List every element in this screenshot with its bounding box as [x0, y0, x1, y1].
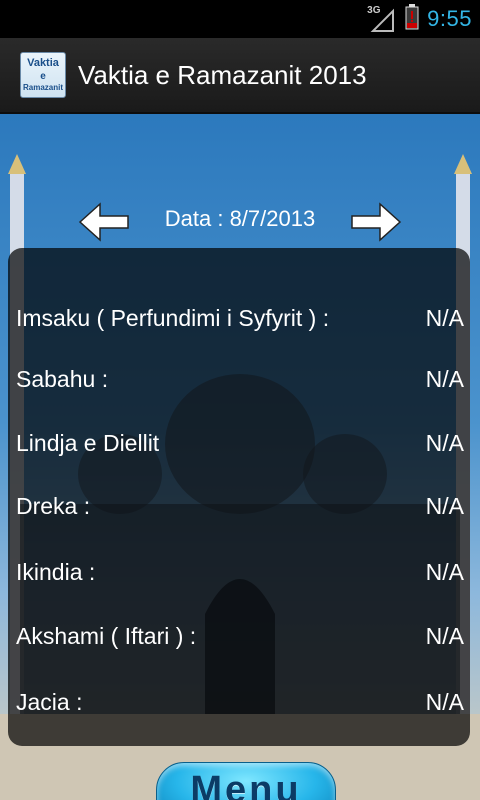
list-item: Lindja e Diellit N/A	[16, 423, 464, 463]
prayer-time: N/A	[425, 688, 464, 715]
prayer-time: N/A	[425, 492, 464, 519]
date-navigation: Data : 8/7/2013	[0, 198, 480, 246]
prayer-name: Sabahu :	[16, 365, 109, 392]
network-type: 3G	[367, 5, 381, 16]
app-icon[interactable]: Vaktia e Ramazanit	[20, 52, 66, 98]
signal-icon: 3G	[367, 5, 397, 33]
arrow-left-icon[interactable]	[76, 200, 132, 244]
app-icon-line2: e	[40, 71, 46, 82]
prayer-name: Imsaku ( Perfundimi i Syfyrit ) :	[16, 304, 330, 331]
list-item: Imsaku ( Perfundimi i Syfyrit ) : N/A	[16, 298, 464, 338]
app-icon-line3: Ramazanit	[22, 83, 63, 92]
prayer-time: N/A	[425, 429, 464, 456]
date-label: Data : 8/7/2013	[164, 206, 316, 231]
prayer-name: Jacia :	[16, 688, 83, 715]
status-icons: 3G 9:55	[367, 0, 472, 38]
arrow-right-icon[interactable]	[348, 200, 404, 244]
prayer-time: N/A	[425, 622, 464, 649]
list-item: Akshami ( Iftari ) : N/A	[16, 616, 464, 656]
prayer-name: Akshami ( Iftari ) :	[16, 622, 197, 649]
status-bar: 3G 9:55	[0, 0, 480, 38]
prayer-time: N/A	[425, 558, 464, 585]
prayer-time: N/A	[425, 304, 464, 331]
list-item: Dreka : N/A	[16, 486, 464, 526]
app-icon-line1: Vaktia	[27, 57, 59, 69]
prayer-name: Lindja e Diellit	[16, 429, 160, 456]
list-item: Ikindia : N/A	[16, 552, 464, 592]
prayer-name: Dreka :	[16, 492, 91, 519]
list-item: Sabahu : N/A	[16, 359, 464, 399]
prayer-time: N/A	[425, 365, 464, 392]
clock: 9:55	[427, 6, 472, 31]
menu-button-label: Menu	[190, 769, 302, 800]
action-bar: Vaktia e Ramazanit Vaktia e Ramazanit 20…	[0, 38, 480, 114]
app-title: Vaktia e Ramazanit 2013	[78, 59, 367, 90]
prayer-name: Ikindia :	[16, 558, 96, 585]
battery-low-icon	[405, 3, 419, 35]
prayer-times-panel: Imsaku ( Perfundimi i Syfyrit ) : N/A Sa…	[8, 248, 470, 746]
list-item: Jacia : N/A	[16, 682, 464, 722]
main-content: Data : 8/7/2013 Imsaku ( Perfundimi i Sy…	[0, 114, 480, 800]
menu-button[interactable]: Menu	[156, 762, 336, 800]
